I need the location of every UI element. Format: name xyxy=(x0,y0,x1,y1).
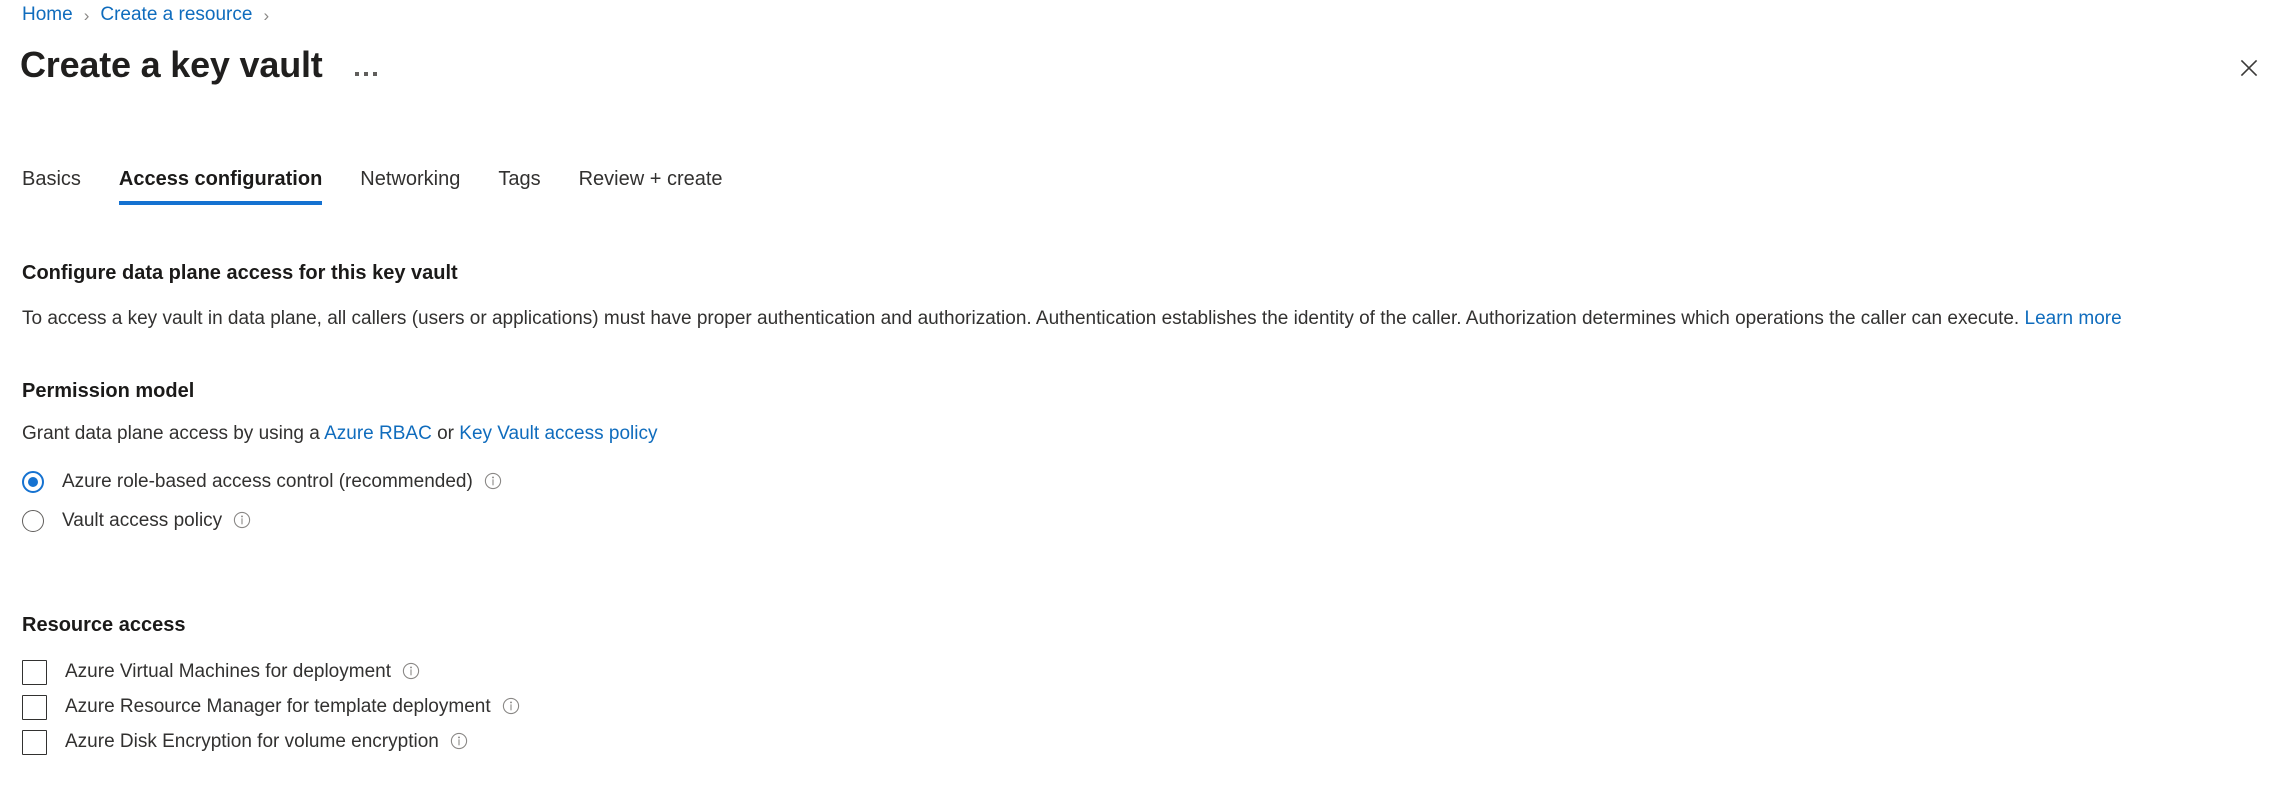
section-heading-permission-model: Permission model xyxy=(22,380,195,402)
breadcrumb-separator-icon: › xyxy=(263,5,270,25)
data-plane-description: To access a key vault in data plane, all… xyxy=(22,305,2122,333)
permission-model-description: Grant data plane access by using a Azure… xyxy=(22,420,657,448)
radio-indicator-unselected xyxy=(22,510,44,532)
section-heading-resource-access: Resource access xyxy=(22,614,186,636)
breadcrumb-item-create-a-resource[interactable]: Create a resource xyxy=(100,4,252,26)
info-icon[interactable] xyxy=(450,732,468,750)
page-title: Create a key vault xyxy=(20,44,323,85)
checkbox-label-azure-virtual-machines: Azure Virtual Machines for deployment xyxy=(65,661,391,682)
ellipsis-dot xyxy=(363,72,368,76)
checkbox-indicator-unchecked xyxy=(22,659,47,685)
tab-basics[interactable]: Basics xyxy=(22,164,81,205)
info-icon[interactable] xyxy=(502,697,520,715)
resource-access-checkbox-group: Azure Virtual Machines for deployment Az… xyxy=(22,656,520,761)
title-row: Create a key vault xyxy=(20,40,381,90)
permission-model-radio-group: Azure role-based access control (recomme… xyxy=(22,468,502,535)
tab-access-configuration[interactable]: Access configuration xyxy=(118,164,323,205)
radio-indicator-selected xyxy=(22,471,44,493)
ellipsis-dot xyxy=(372,72,377,76)
close-icon[interactable] xyxy=(2227,46,2271,90)
azure-rbac-link[interactable]: Azure RBAC xyxy=(324,423,432,444)
section-heading-configure-data-plane-access: Configure data plane access for this key… xyxy=(22,262,458,284)
checkbox-azure-virtual-machines[interactable]: Azure Virtual Machines for deployment xyxy=(22,656,520,688)
learn-more-link[interactable]: Learn more xyxy=(2025,308,2122,329)
permission-model-description-prefix: Grant data plane access by using a xyxy=(22,423,320,444)
checkbox-azure-resource-manager[interactable]: Azure Resource Manager for template depl… xyxy=(22,691,520,723)
radio-label-azure-rbac: Azure role-based access control (recomme… xyxy=(62,471,473,492)
tab-networking[interactable]: Networking xyxy=(360,164,460,205)
checkbox-indicator-unchecked xyxy=(22,694,47,720)
checkbox-indicator-unchecked xyxy=(22,729,47,755)
checkbox-label-azure-resource-manager: Azure Resource Manager for template depl… xyxy=(65,696,491,717)
breadcrumb-item-home[interactable]: Home xyxy=(22,4,73,26)
tab-review-create[interactable]: Review + create xyxy=(579,164,723,205)
checkbox-azure-disk-encryption[interactable]: Azure Disk Encryption for volume encrypt… xyxy=(22,726,520,758)
ellipsis-icon[interactable] xyxy=(351,48,381,82)
create-key-vault-blade: Home › Create a resource › Create a key … xyxy=(0,0,2289,796)
tab-bar: Basics Access configuration Networking T… xyxy=(22,164,723,214)
info-icon[interactable] xyxy=(402,662,420,680)
radio-label-vault-access-policy: Vault access policy xyxy=(62,510,223,531)
radio-vault-access-policy[interactable]: Vault access policy xyxy=(22,507,502,535)
checkbox-label-azure-disk-encryption: Azure Disk Encryption for volume encrypt… xyxy=(65,731,439,752)
resource-access-section: Resource access xyxy=(22,614,185,637)
info-icon[interactable] xyxy=(233,511,251,529)
breadcrumb: Home › Create a resource › xyxy=(22,2,280,28)
ellipsis-dot xyxy=(354,72,359,76)
permission-model-description-middle: or xyxy=(437,423,454,444)
key-vault-access-policy-link[interactable]: Key Vault access policy xyxy=(459,423,657,444)
permission-model-section: Permission model Grant data plane access… xyxy=(22,380,657,448)
breadcrumb-separator-icon: › xyxy=(83,5,90,25)
data-plane-description-text: To access a key vault in data plane, all… xyxy=(22,308,2020,329)
radio-azure-rbac[interactable]: Azure role-based access control (recomme… xyxy=(22,468,502,496)
radio-dot xyxy=(28,477,38,487)
tab-tags[interactable]: Tags xyxy=(498,164,540,205)
tab-panel-access-configuration: Configure data plane access for this key… xyxy=(22,262,2289,755)
info-icon[interactable] xyxy=(484,472,502,490)
